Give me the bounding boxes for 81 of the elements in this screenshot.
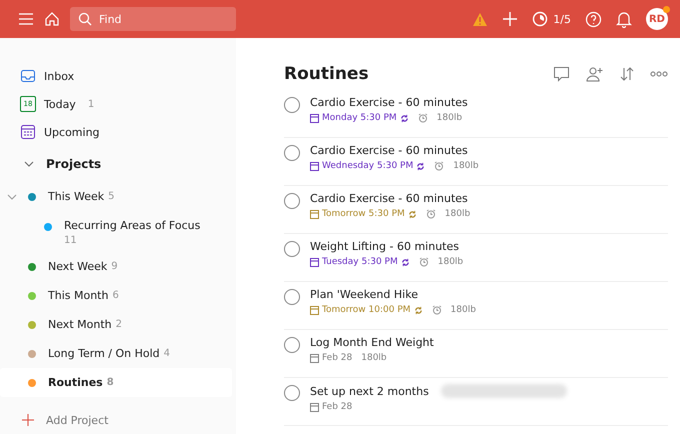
task-checkbox[interactable] bbox=[284, 241, 300, 257]
project-item[interactable]: Routines 8 bbox=[0, 368, 232, 397]
page-title: Routines bbox=[284, 64, 370, 84]
section-title[interactable]: Projects bbox=[46, 157, 102, 171]
task-label: 180lb bbox=[438, 257, 464, 267]
task-checkbox[interactable] bbox=[284, 289, 300, 305]
karma-count: 1/5 bbox=[553, 12, 571, 26]
due-date: Tomorrow 10:00 PM bbox=[322, 305, 411, 315]
home-icon[interactable] bbox=[44, 11, 60, 27]
due-date: Wednesday 5:30 PM bbox=[322, 161, 414, 171]
project-count: 4 bbox=[164, 348, 170, 359]
project-count: 9 bbox=[111, 261, 118, 272]
project-name: This Week bbox=[48, 190, 104, 203]
task-title: Weight Lifting - 60 minutes bbox=[310, 240, 459, 253]
project-count: 5 bbox=[108, 191, 114, 202]
calendar-icon bbox=[20, 124, 36, 140]
task-label: 180lb bbox=[436, 113, 462, 123]
task-checkbox[interactable] bbox=[284, 193, 300, 209]
task-title: Cardio Exercise - 60 minutes bbox=[310, 144, 468, 157]
chevron-icon[interactable] bbox=[24, 159, 34, 169]
nav-item[interactable]: Upcoming bbox=[0, 118, 236, 146]
task-title: Log Month End Weight bbox=[310, 336, 434, 349]
task-checkbox[interactable] bbox=[284, 337, 300, 353]
project-item[interactable]: This Month 6 bbox=[0, 281, 232, 310]
nav-label: Upcoming bbox=[44, 126, 100, 138]
nav-count: 1 bbox=[88, 98, 94, 110]
due-date: Tuesday 5:30 PM bbox=[322, 257, 398, 267]
bell-icon[interactable] bbox=[616, 10, 632, 28]
project-name: Next Week bbox=[48, 260, 108, 273]
project-count: 8 bbox=[106, 377, 114, 388]
plus-icon[interactable] bbox=[502, 11, 518, 27]
project-item[interactable]: Long Term / On Hold 4 bbox=[0, 339, 232, 368]
project-item[interactable]: Next Month 2 bbox=[0, 310, 232, 339]
task-title: Set up next 2 months bbox=[310, 384, 429, 398]
calendar-icon bbox=[310, 306, 319, 314]
comment-icon[interactable] bbox=[553, 66, 570, 82]
search-icon bbox=[78, 12, 92, 26]
nav-item[interactable]: Inbox bbox=[0, 62, 236, 90]
calendar-icon bbox=[310, 114, 319, 122]
task-title: Plan 'Weekend Hike bbox=[310, 288, 418, 301]
project-name: Next Month bbox=[48, 318, 112, 331]
calendar-icon bbox=[310, 354, 319, 362]
user-avatar[interactable]: RD bbox=[646, 8, 668, 30]
nav-label: Today bbox=[44, 98, 76, 110]
task-title: Cardio Exercise - 60 minutes bbox=[310, 192, 468, 205]
project-name: Long Term / On Hold bbox=[48, 347, 160, 360]
task-label: 180lb bbox=[453, 161, 479, 171]
task-label: 180lb bbox=[444, 209, 470, 219]
due-date: Monday 5:30 PM bbox=[322, 113, 397, 123]
calendar-icon bbox=[310, 258, 319, 266]
project-count: 11 bbox=[64, 235, 78, 246]
pie-chart-icon[interactable] bbox=[532, 11, 548, 27]
project-item[interactable]: This Week 5 bbox=[0, 182, 232, 211]
project-name: Recurring Areas of Focus bbox=[64, 219, 200, 232]
project-item[interactable]: Next Week 9 bbox=[0, 252, 232, 281]
menu-icon[interactable] bbox=[18, 11, 34, 27]
nav-label: Inbox bbox=[44, 70, 74, 82]
due-date: Tomorrow 5:30 PM bbox=[322, 209, 405, 219]
inbox-icon bbox=[20, 68, 36, 84]
project-count: 2 bbox=[116, 319, 122, 330]
task-title: Cardio Exercise - 60 minutes bbox=[310, 96, 468, 109]
more-icon[interactable] bbox=[650, 71, 668, 77]
project-item[interactable]: Recurring Areas of Focus 11 bbox=[0, 211, 236, 252]
project-count: 6 bbox=[112, 290, 119, 301]
due-date: Feb 28 bbox=[322, 402, 352, 412]
sort-icon[interactable] bbox=[620, 66, 634, 82]
add-person-icon[interactable] bbox=[586, 66, 604, 82]
task-label: 180lb bbox=[361, 353, 387, 363]
task-checkbox[interactable] bbox=[284, 97, 300, 113]
calendar-icon bbox=[310, 210, 319, 218]
plus-icon bbox=[22, 414, 34, 426]
project-name: This Month bbox=[48, 289, 108, 302]
help-icon[interactable] bbox=[585, 10, 602, 28]
calendar-icon bbox=[310, 402, 319, 412]
task-label: 180lb bbox=[450, 305, 476, 315]
add-project-button[interactable]: Add Project bbox=[0, 405, 236, 434]
due-date: Feb 28 bbox=[322, 353, 352, 363]
project-name: Routines bbox=[48, 376, 103, 389]
task-checkbox[interactable] bbox=[284, 385, 300, 401]
calendar-icon bbox=[310, 162, 319, 170]
task-checkbox[interactable] bbox=[284, 145, 300, 161]
